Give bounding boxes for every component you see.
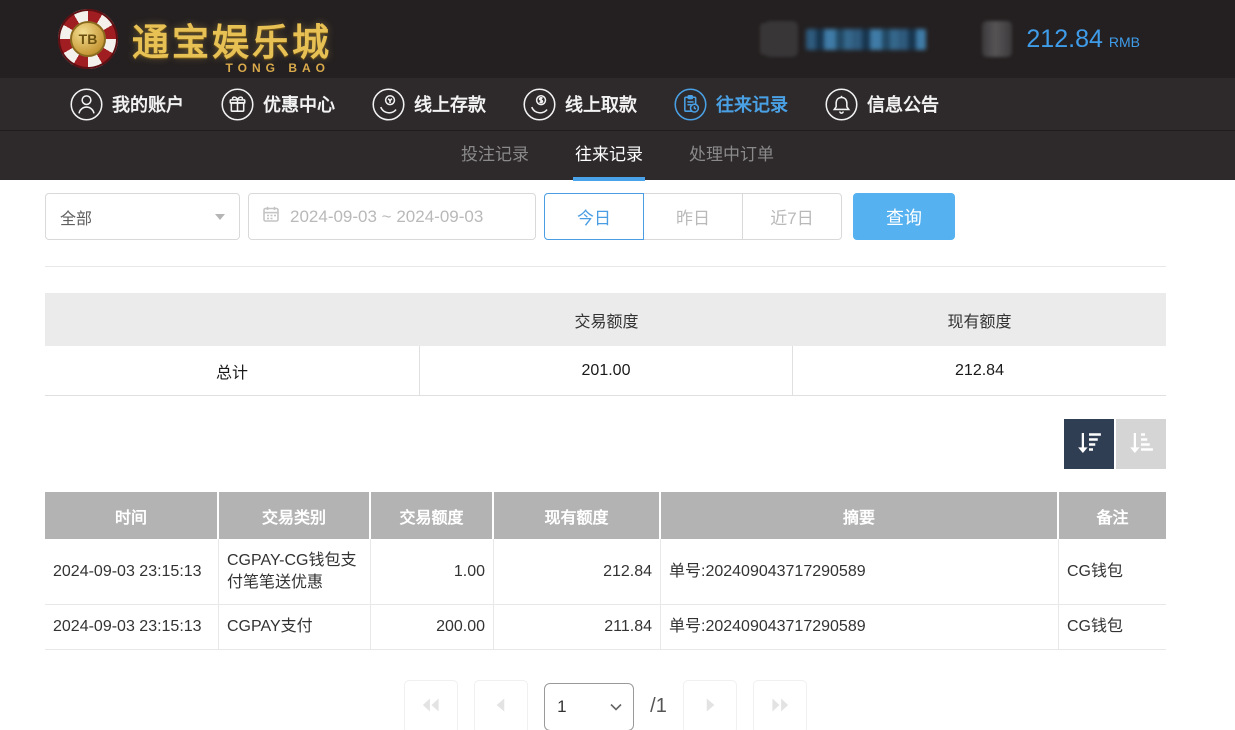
records-icon (674, 88, 707, 121)
nav-item-transaction-records[interactable]: 往来记录 (674, 88, 788, 121)
pagination: 1 /1 (45, 680, 1166, 730)
sort-ascending-icon (1126, 428, 1156, 461)
site-subtitle: TONG BAO (226, 61, 330, 75)
summary-header-row: 交易额度 现有额度 (45, 293, 1166, 346)
header-account-area: 212.84 RMB (764, 21, 1140, 57)
sub-tabs: 投注记录 往来记录 处理中订单 (0, 130, 1235, 180)
cell-type: CGPAY-CG钱包支付笔笔送优惠 (219, 539, 371, 604)
main-nav: 我的账户 优惠中心 线上存款 线上取款 (0, 78, 1235, 130)
yesterday-button[interactable]: 昨日 (643, 193, 743, 240)
sort-descending-button[interactable] (1064, 419, 1114, 469)
prev-page-button[interactable] (474, 680, 528, 730)
col-summary: 摘要 (661, 492, 1059, 539)
site-logo[interactable]: TB 通宝娱乐城 TONG BAO (58, 9, 332, 69)
summary-total-amount: 201.00 (420, 346, 793, 395)
last7days-button[interactable]: 近7日 (742, 193, 842, 240)
double-right-arrow-icon (767, 692, 793, 721)
summary-table: 交易额度 现有额度 总计 201.00 212.84 (45, 293, 1166, 396)
username-blurred[interactable] (806, 29, 926, 50)
table-row: 2024-09-03 23:15:13 CGPAY-CG钱包支付笔笔送优惠 1.… (45, 539, 1166, 605)
cell-type: CGPAY支付 (219, 605, 371, 649)
cell-amount: 200.00 (371, 605, 494, 649)
cell-note: CG钱包 (1059, 605, 1166, 649)
col-time: 时间 (45, 492, 219, 539)
summary-header-amount: 交易额度 (420, 293, 793, 346)
quick-date-group: 今日 昨日 近7日 (544, 193, 842, 240)
cell-note: CG钱包 (1059, 539, 1166, 604)
sort-ascending-button[interactable] (1116, 419, 1166, 469)
type-select-value: 全部 (60, 205, 92, 229)
right-arrow-icon (697, 692, 723, 721)
filter-row: 全部 2024-09-03 ~ 2024-09-03 今日 昨日 近7日 查询 (45, 193, 1166, 240)
summary-total-row: 总计 201.00 212.84 (45, 346, 1166, 396)
next-page-button[interactable] (683, 680, 737, 730)
nav-item-withdraw[interactable]: 线上取款 (523, 88, 637, 121)
summary-header-balance: 现有额度 (793, 293, 1166, 346)
nav-item-my-account[interactable]: 我的账户 (70, 88, 184, 121)
records-header-row: 时间 交易类别 交易额度 现有额度 摘要 备注 (45, 492, 1166, 539)
wallet-icon-blurred[interactable] (982, 21, 1012, 57)
search-button[interactable]: 查询 (853, 193, 955, 240)
cell-time: 2024-09-03 23:15:13 (45, 605, 219, 649)
cell-amount: 1.00 (371, 539, 494, 604)
gift-icon (221, 88, 254, 121)
logo-text: 通宝娱乐城 TONG BAO (132, 12, 332, 66)
balance-amount: 212.84 (1026, 25, 1102, 54)
chip-monogram: TB (70, 21, 106, 57)
nav-item-announcements[interactable]: 信息公告 (825, 88, 939, 121)
withdraw-icon (523, 88, 556, 121)
date-range-value: 2024-09-03 ~ 2024-09-03 (290, 207, 483, 227)
poker-chip-icon: TB (58, 9, 118, 69)
user-icon (70, 88, 103, 121)
col-type: 交易类别 (219, 492, 371, 539)
deposit-icon (372, 88, 405, 121)
section-divider (45, 266, 1166, 267)
chevron-down-icon (215, 214, 225, 220)
calendar-icon (261, 204, 281, 229)
content-area: 全部 2024-09-03 ~ 2024-09-03 今日 昨日 近7日 查询 (45, 193, 1166, 730)
avatar[interactable] (764, 21, 798, 57)
tab-transaction-records[interactable]: 往来记录 (573, 131, 645, 181)
balance-display: 212.84 RMB (1026, 25, 1140, 54)
cell-time: 2024-09-03 23:15:13 (45, 539, 219, 604)
col-balance: 现有额度 (494, 492, 661, 539)
cell-summary: 单号:202409043717290589 (661, 605, 1059, 649)
summary-total-label: 总计 (45, 346, 420, 395)
tab-bet-records[interactable]: 投注记录 (459, 131, 531, 181)
col-amount: 交易额度 (371, 492, 494, 539)
date-range-input[interactable]: 2024-09-03 ~ 2024-09-03 (248, 193, 536, 240)
balance-currency: RMB (1109, 34, 1140, 50)
top-header: TB 通宝娱乐城 TONG BAO 212.84 RMB (0, 0, 1235, 78)
records-table: 时间 交易类别 交易额度 现有额度 摘要 备注 2024-09-03 23:15… (45, 492, 1166, 650)
first-page-button[interactable] (404, 680, 458, 730)
cell-balance: 211.84 (494, 605, 661, 649)
col-note: 备注 (1059, 492, 1166, 539)
site-title: 通宝娱乐城 (132, 12, 332, 66)
page-select-wrap: 1 (544, 683, 634, 730)
type-select[interactable]: 全部 (45, 193, 240, 240)
table-row: 2024-09-03 23:15:13 CGPAY支付 200.00 211.8… (45, 605, 1166, 650)
summary-total-balance: 212.84 (793, 346, 1166, 395)
nav-item-deposit[interactable]: 线上存款 (372, 88, 486, 121)
cell-balance: 212.84 (494, 539, 661, 604)
sort-descending-icon (1074, 428, 1104, 461)
page-select[interactable]: 1 (544, 683, 634, 730)
summary-header-blank (45, 293, 420, 346)
page-total: /1 (650, 695, 667, 718)
nav-item-promotions[interactable]: 优惠中心 (221, 88, 335, 121)
last-page-button[interactable] (753, 680, 807, 730)
cell-summary: 单号:202409043717290589 (661, 539, 1059, 604)
tab-pending-orders[interactable]: 处理中订单 (687, 131, 776, 181)
double-left-arrow-icon (418, 692, 444, 721)
left-arrow-icon (488, 692, 514, 721)
bell-icon (825, 88, 858, 121)
today-button[interactable]: 今日 (544, 193, 644, 240)
sort-controls (45, 419, 1166, 469)
